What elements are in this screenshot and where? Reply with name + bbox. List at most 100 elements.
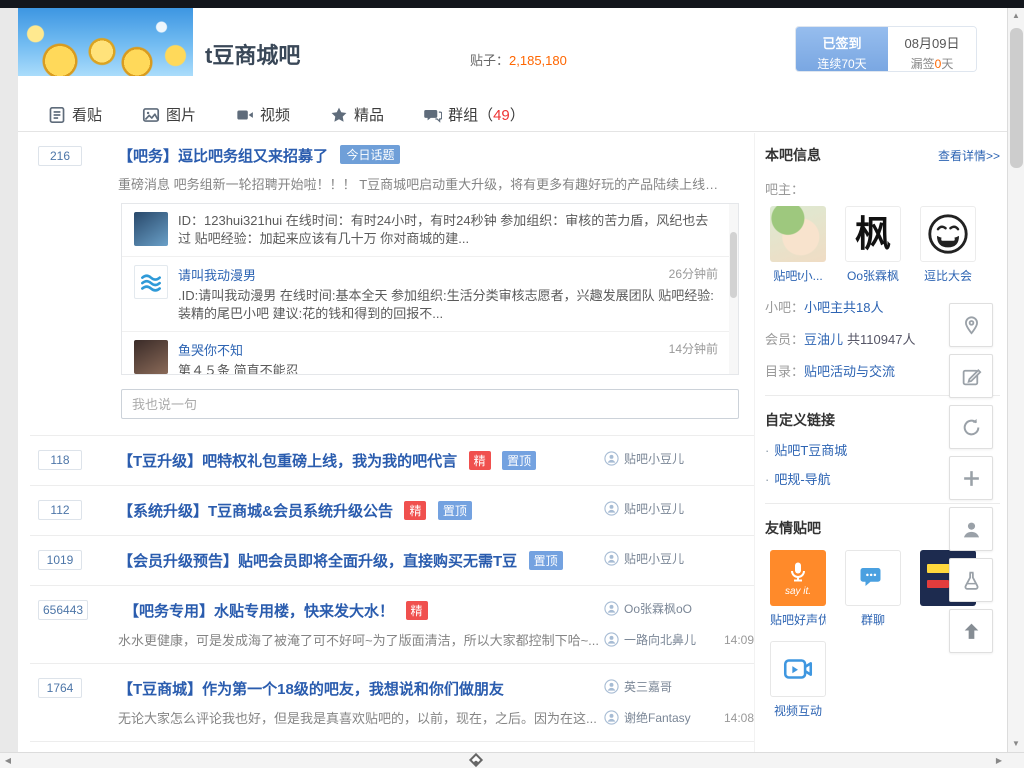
member-title-link[interactable]: 豆油儿 [804, 332, 843, 347]
scroll-down-arrow[interactable]: ▼ [1008, 736, 1024, 752]
laughing-face-icon [925, 211, 971, 257]
toolbar-add-button[interactable] [949, 456, 993, 500]
custom-link-anchor[interactable]: 贴吧T豆商城 [774, 443, 847, 458]
avatar[interactable] [920, 206, 976, 262]
friend-forum-tile[interactable]: say it. [770, 550, 826, 606]
posts-label: 贴子： [470, 53, 509, 68]
last-reply-user-link[interactable]: 一路向北鼻儿 [624, 631, 696, 648]
reply-text: 第４５条 简直不能忍 [178, 362, 718, 375]
signin-date-box: 08月09日 漏签0天 [888, 27, 976, 71]
friend-forum-cell: say it. 贴吧好声优 [770, 550, 826, 628]
last-reply-time: 14:08 [724, 711, 754, 725]
scroll-right-arrow[interactable]: ▶ [991, 753, 1007, 768]
tile-decor [927, 580, 949, 588]
reply-item: ID：123hui321hui 在线时间：有时24小时，有时24秒钟 参加组织：… [122, 204, 738, 257]
sidebar-title: 本吧信息 [765, 145, 821, 165]
star-icon [330, 106, 348, 124]
quick-reply-input[interactable] [121, 389, 739, 419]
tab-groups[interactable]: 群组（49） [424, 104, 525, 125]
thread-preview-text: 无论大家怎么评论我也好，但是我是真喜欢贴吧的，以前，现在，之后。因为在这... [118, 708, 604, 727]
horizontal-scrollbar[interactable]: ◀ ▶ [0, 752, 1024, 768]
friend-forum-link[interactable]: 群聊 [845, 611, 901, 628]
thread-title-link[interactable]: 【T豆商城】作为第一个18级的吧友，我想说和你们做朋友 [118, 678, 504, 699]
scroll-up-arrow[interactable]: ▲ [1008, 8, 1024, 24]
vertical-scrollbar[interactable]: ▲ ▼ [1007, 8, 1024, 752]
posts-stat: 贴子：2,185,180 [470, 50, 567, 69]
avatar[interactable] [770, 206, 826, 262]
thread-author: 贴吧小豆儿 [604, 450, 754, 467]
featured-title-wrap: 【吧务】逗比吧务组又来招募了 今日话题 [118, 145, 400, 166]
tab-posts[interactable]: 看贴 [48, 104, 102, 125]
thread-author: 贴吧小豆儿 [604, 550, 754, 567]
thread-main: 【T豆升级】吧特权礼包重磅上线，我为我的吧代言 精 置顶 [118, 450, 604, 471]
author-name-link[interactable]: 贴吧小豆儿 [624, 550, 684, 567]
thread-author: Oo张霖枫oO [604, 600, 754, 617]
reply-count-badge: 1764 [38, 678, 82, 698]
replies-scrollbar[interactable] [729, 204, 738, 374]
vertical-scrollbar-thumb[interactable] [1010, 28, 1023, 168]
sticky-badge: 置顶 [529, 551, 563, 570]
thread-title-link[interactable]: 【T豆升级】吧特权礼包重磅上线，我为我的吧代言 [118, 450, 457, 471]
author-name-link[interactable]: Oo张霖枫oO [624, 600, 692, 617]
flask-icon [961, 570, 982, 591]
tab-featured[interactable]: 精品 [330, 104, 384, 125]
friend-forum-link[interactable]: 视频互动 [770, 702, 826, 719]
reply-body: 鱼哭你不知 14分钟前 第４５条 简直不能忍 [178, 340, 718, 375]
bazhu-name-link[interactable]: 贴吧t小... [770, 267, 826, 284]
scroll-left-arrow[interactable]: ◀ [0, 753, 16, 768]
custom-link-anchor[interactable]: 吧规-导航 [774, 472, 830, 487]
avatar[interactable] [134, 340, 168, 374]
reply-text: .ID:请叫我动漫男 在线时间:基本全天 参加组织:生活分类审核志愿者，兴趣发展… [178, 287, 718, 323]
bazhu-label: 吧主： [765, 179, 1000, 198]
user-icon [604, 451, 619, 466]
arrow-up-icon [961, 621, 982, 642]
friend-forum-tile[interactable] [845, 550, 901, 606]
toolbar-post-button[interactable] [949, 354, 993, 398]
thread-second-line: 无论大家怎么评论我也好，但是我是真喜欢贴吧的，以前，现在，之后。因为在这... … [30, 708, 754, 727]
friend-forum-cell: 视频互动 [770, 641, 826, 719]
signin-button[interactable]: 已签到 连续70天 [796, 27, 888, 71]
bazhu-name-link[interactable]: 逗比大会 [920, 267, 976, 284]
replies-scrollbar-thumb[interactable] [730, 232, 737, 298]
friend-forum-cell: 群聊 [845, 550, 901, 628]
avatar[interactable]: 枫 [845, 206, 901, 262]
friend-forum-tile[interactable] [770, 641, 826, 697]
avatar[interactable] [134, 212, 168, 246]
image-icon [142, 106, 160, 124]
author-name-link[interactable]: 贴吧小豆儿 [624, 500, 684, 517]
row-label: 目录： [765, 364, 804, 379]
last-reply-user-link[interactable]: 谢绝Fantasy [624, 709, 691, 726]
xiaoba-link[interactable]: 小吧主共18人 [804, 300, 883, 315]
directory-link[interactable]: 贴吧活动与交流 [804, 364, 895, 379]
friend-forum-link[interactable]: 贴吧好声优 [770, 611, 826, 628]
thread-row: 112 【系统升级】T豆商城&会员系统升级公告 精 置顶 贴吧小豆儿 [30, 485, 754, 535]
author-name-link[interactable]: 英三嘉哥 [624, 678, 672, 695]
reply-meta: 鱼哭你不知 14分钟前 [178, 340, 718, 359]
toolbar-lab-button[interactable] [949, 558, 993, 602]
tab-label: 精品 [354, 104, 384, 125]
toolbar-user-button[interactable] [949, 507, 993, 551]
avatar[interactable] [134, 265, 168, 299]
thread-main: 【会员升级预告】贴吧会员即将全面升级，直接购买无需T豆 置顶 [118, 550, 604, 571]
signin-widget: 已签到 连续70天 08月09日 漏签0天 [795, 26, 977, 72]
tab-videos[interactable]: 视频 [236, 104, 290, 125]
tab-pictures[interactable]: 图片 [142, 104, 196, 125]
bazhu-name-link[interactable]: Oo张霖枫 [845, 267, 901, 284]
thread-title-link[interactable]: 【系统升级】T豆商城&会员系统升级公告 [118, 500, 393, 521]
reply-username[interactable]: 鱼哭你不知 [178, 340, 243, 359]
user-icon [604, 501, 619, 516]
thread-title-link[interactable]: 【会员升级预告】贴吧会员即将全面升级，直接购买无需T豆 [118, 550, 517, 571]
view-detail-link[interactable]: 查看详情>> [938, 147, 1000, 164]
thread-title-link[interactable]: 【吧务】逗比吧务组又来招募了 [118, 148, 328, 165]
thread-title-link[interactable]: 【吧务专用】水贴专用楼，快来发大水！ [124, 600, 394, 621]
last-reply-time: 14:09 [724, 633, 754, 647]
toolbar-location-button[interactable] [949, 303, 993, 347]
thread-main: 【T豆商城】作为第一个18级的吧友，我想说和你们做朋友 [118, 678, 604, 699]
back-to-top-button[interactable] [949, 609, 993, 653]
reply-count-badge: 118 [38, 450, 82, 470]
toolbar-refresh-button[interactable] [949, 405, 993, 449]
author-name-link[interactable]: 贴吧小豆儿 [624, 450, 684, 467]
reply-username[interactable]: 请叫我动漫男 [178, 265, 256, 284]
user-icon [604, 710, 619, 725]
last-reply: 谢绝Fantasy 14:08 [604, 708, 754, 727]
